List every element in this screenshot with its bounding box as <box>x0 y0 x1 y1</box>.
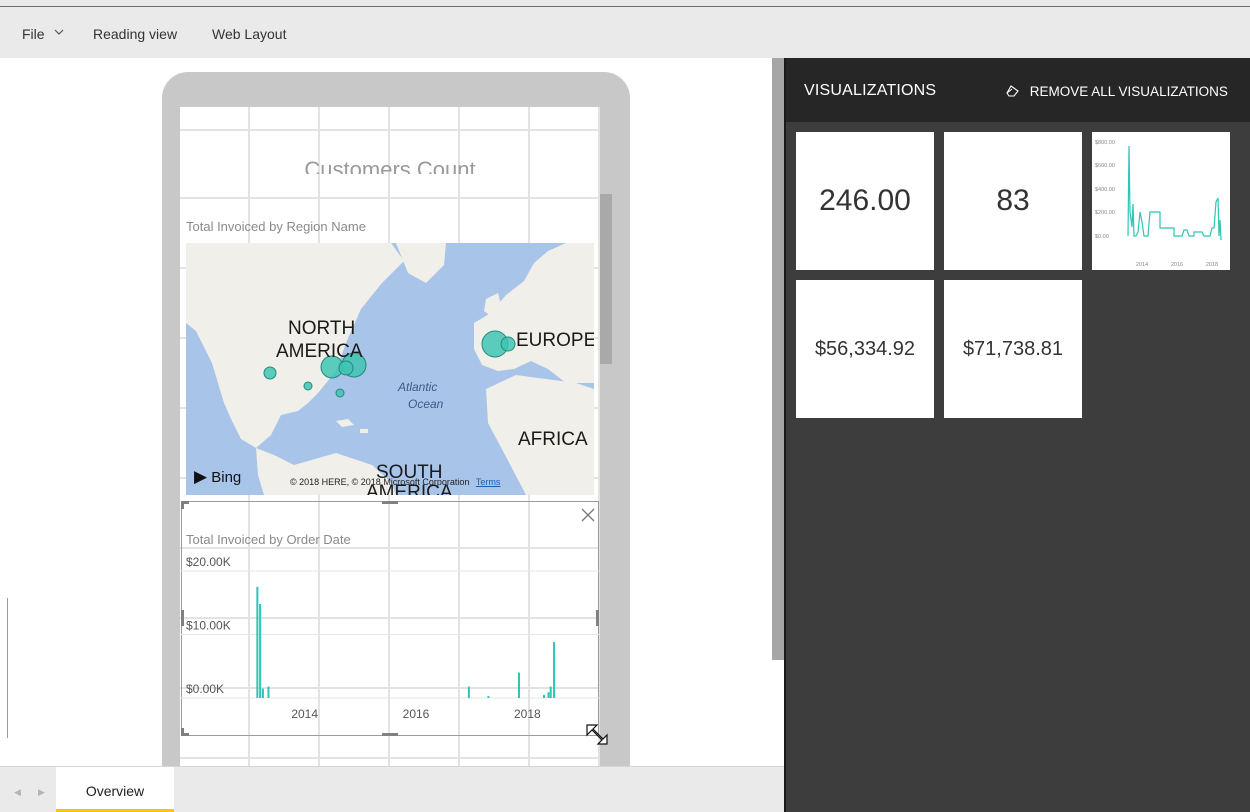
map-label-atlantic: Atlantic <box>398 380 438 394</box>
map-label-ocean: Ocean <box>408 397 444 411</box>
x-tick-label: 2014 <box>291 707 318 721</box>
eraser-icon <box>1006 85 1019 97</box>
terms-link[interactable]: Terms <box>476 477 501 487</box>
menu-bar: File Reading view Web Layout <box>0 0 1250 58</box>
chevron-down-icon <box>55 29 64 35</box>
canvas-edge-line <box>7 598 8 738</box>
map-bubble[interactable] <box>263 366 277 380</box>
map-bubble[interactable] <box>500 336 516 352</box>
chart-bar <box>267 686 270 698</box>
visualizations-pane: VISUALIZATIONS REMOVE ALL VISUALIZATIONS… <box>784 58 1250 812</box>
x-tick-label: 2016 <box>403 707 430 721</box>
viz-tile[interactable]: $56,334.92 <box>796 280 934 418</box>
grid-line <box>180 129 600 131</box>
resize-handle[interactable] <box>382 501 398 504</box>
resize-handle[interactable] <box>181 501 184 509</box>
chart-bar <box>487 696 490 698</box>
order-date-chart: $20.00K $10.00K $0.00K 2014 2016 2018 <box>181 555 599 721</box>
bing-label: Bing <box>211 469 242 486</box>
chart-bar <box>553 642 556 698</box>
world-map-graphic <box>186 243 594 495</box>
grid-line <box>180 197 600 199</box>
visualizations-header: VISUALIZATIONS REMOVE ALL VISUALIZATIONS <box>786 58 1250 122</box>
viz-tile[interactable]: $71,738.81 <box>944 280 1082 418</box>
x-tick-label: 2018 <box>514 707 541 721</box>
chart-bar <box>261 688 264 698</box>
resize-handle[interactable] <box>181 733 189 736</box>
chart-bar <box>547 692 550 698</box>
web-layout-menu[interactable]: Web Layout <box>212 26 286 42</box>
mini-x-tick-label: 2016 <box>1171 262 1183 268</box>
mini-y-tick-label: $800.00 <box>1095 140 1115 146</box>
y-tick-label: $0.00K <box>186 682 224 696</box>
viz-tile[interactable]: 83 <box>944 132 1082 270</box>
mini-chart-line <box>1127 145 1222 241</box>
mini-y-tick-label: $400.00 <box>1095 187 1115 193</box>
phone-scrollbar[interactable] <box>600 194 612 364</box>
page-tab-bar: ◀ ▶ Overview <box>0 766 784 812</box>
canvas-scrollbar[interactable] <box>772 58 784 660</box>
bing-b-icon: ▶ <box>194 467 208 486</box>
chart-bar <box>549 686 552 698</box>
grid-line <box>180 757 600 759</box>
mini-y-tick-label: $600.00 <box>1095 163 1115 169</box>
map-label-north-america: NORTH <box>288 318 356 339</box>
map-label-europe: EUROPE <box>516 330 594 351</box>
viz-tile-line-chart[interactable]: $800.00 $600.00 $400.00 $200.00 $0.00 2014 201… <box>1092 132 1230 270</box>
map-label-north-america: AMERICA <box>276 341 363 362</box>
order-date-chart-title: Total Invoiced by Order Date <box>186 532 351 547</box>
resize-handle[interactable] <box>382 733 398 736</box>
map-tile-title: Total Invoiced by Region Name <box>186 219 366 234</box>
mini-y-tick-label: $200.00 <box>1095 210 1115 216</box>
mini-x-tick-label: 2014 <box>1136 262 1148 268</box>
map-label-africa: AFRICA <box>518 429 588 450</box>
tab-next-icon[interactable]: ▶ <box>38 787 45 798</box>
bing-logo: ▶ Bing <box>194 467 241 487</box>
chart-bar <box>259 604 262 698</box>
viz-tile[interactable]: 246.00 <box>796 132 934 270</box>
map-bubble[interactable] <box>335 388 345 398</box>
resize-arrows-icon[interactable] <box>584 722 610 746</box>
region-map-tile[interactable]: NORTH AMERICA EUROPE Atlantic Ocean AFRI… <box>186 243 594 495</box>
chart-bar <box>256 586 259 698</box>
reading-view-menu[interactable]: Reading view <box>93 26 177 42</box>
y-tick-label: $20.00K <box>186 555 231 569</box>
y-tick-label: $10.00K <box>186 619 231 633</box>
copyright-text: © 2018 HERE, © 2018 Microsoft Corporatio… <box>290 477 470 487</box>
mini-line-chart: $800.00 $600.00 $400.00 $200.00 $0.00 2014 201… <box>1095 140 1222 268</box>
close-icon[interactable] <box>580 507 596 523</box>
map-copyright: © 2018 HERE, © 2018 Microsoft Corporatio… <box>290 477 500 487</box>
tab-overview[interactable]: Overview <box>56 767 174 812</box>
tab-prev-icon[interactable]: ◀ <box>14 787 21 798</box>
chart-bar <box>517 672 520 698</box>
mini-x-tick-label: 2018 <box>1206 262 1218 268</box>
remove-all-visualizations-button[interactable]: REMOVE ALL VISUALIZATIONS <box>1006 84 1228 99</box>
title-bar-divider <box>0 6 1250 7</box>
map-bubble[interactable] <box>303 381 313 391</box>
chart-bar <box>467 686 470 698</box>
chart-bar <box>543 694 546 698</box>
mini-y-tick-label: $0.00 <box>1095 234 1109 240</box>
remove-all-label: REMOVE ALL VISUALIZATIONS <box>1029 84 1228 99</box>
visualizations-title: VISUALIZATIONS <box>804 82 937 99</box>
file-menu-label: File <box>22 26 45 42</box>
map-bubble[interactable] <box>338 360 354 376</box>
file-menu[interactable]: File <box>22 26 64 42</box>
customers-count-tile-title[interactable]: Customers Count <box>180 146 600 174</box>
